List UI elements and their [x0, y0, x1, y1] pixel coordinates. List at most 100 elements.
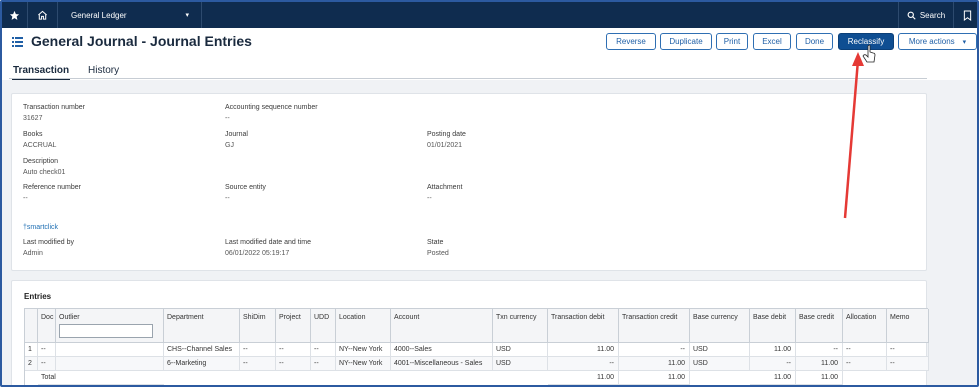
source-entity-value: --	[225, 195, 230, 202]
total-base-debit: 11.00	[750, 371, 796, 385]
transaction-number-value: 31627	[23, 115, 43, 122]
cell-allocation[interactable]: --	[843, 357, 887, 371]
col-shidim: ShiDim	[240, 309, 276, 343]
entries-panel: Entries Doc Outlier Department ShiDim Pr…	[11, 280, 929, 385]
state-label: State	[427, 239, 444, 246]
cell-memo[interactable]: --	[887, 343, 929, 357]
search-button[interactable]: Search	[898, 2, 954, 28]
more-actions-label: More actions	[908, 37, 955, 46]
col-base-currency: Base currency	[690, 309, 750, 343]
books-label: Books	[23, 131, 43, 138]
entries-grid: Doc Outlier Department ShiDim Project UD…	[24, 308, 929, 385]
cell-base-currency[interactable]: USD	[690, 357, 750, 371]
tab-history[interactable]: History	[88, 65, 119, 76]
cell-location[interactable]: NY--New York	[336, 357, 391, 371]
state-value: Posted	[427, 250, 449, 257]
cell-shidim[interactable]: --	[240, 357, 276, 371]
accounting-sequence-label: Accounting sequence number	[225, 104, 318, 111]
page-title: General Journal - Journal Entries	[31, 33, 252, 49]
cell-memo[interactable]: --	[887, 357, 929, 371]
tab-bar: Transaction History	[2, 58, 977, 80]
col-transaction-credit: Transaction credit	[619, 309, 690, 343]
source-entity-label: Source entity	[225, 184, 266, 191]
cell-department[interactable]: CHS--Channel Sales	[164, 343, 240, 357]
transaction-number-label: Transaction number	[23, 104, 85, 111]
col-account: Account	[391, 309, 493, 343]
cell-transaction-debit[interactable]: --	[548, 357, 619, 371]
attachment-value: --	[427, 195, 432, 202]
cell-base-credit[interactable]: --	[796, 343, 843, 357]
page-header: General Journal - Journal Entries Revers…	[2, 28, 977, 58]
col-department: Department	[164, 309, 240, 343]
more-actions-button[interactable]: More actions ▾	[898, 33, 977, 50]
cell-outlier[interactable]	[56, 343, 164, 357]
module-dropdown[interactable]: General Ledger ▾	[58, 2, 202, 28]
cell-shidim[interactable]: --	[240, 343, 276, 357]
module-label: General Ledger	[71, 10, 127, 20]
cell-base-currency[interactable]: USD	[690, 343, 750, 357]
cell-account[interactable]: 4000--Sales	[391, 343, 493, 357]
cell-transaction-debit[interactable]: 11.00	[548, 343, 619, 357]
cell-transaction-credit[interactable]: 11.00	[619, 357, 690, 371]
cell-location[interactable]: NY--New York	[336, 343, 391, 357]
row-number: 1	[25, 343, 38, 357]
posting-date-value: 01/01/2021	[427, 142, 463, 149]
smartclick-link[interactable]: †smartclick	[23, 224, 58, 231]
accounting-sequence-value: --	[225, 115, 230, 122]
total-transaction-debit: 11.00	[548, 371, 619, 385]
duplicate-button[interactable]: Duplicate	[660, 33, 712, 50]
reclassify-button[interactable]: Reclassify	[838, 33, 894, 50]
cell-outlier[interactable]	[56, 357, 164, 371]
total-transaction-credit: 11.00	[619, 371, 690, 385]
cell-doc[interactable]: --	[38, 343, 56, 357]
total-base-credit: 11.00	[796, 371, 843, 385]
row-number: 2	[25, 357, 38, 371]
top-navigation-bar: General Ledger ▾ Search	[2, 2, 977, 28]
cell-txn-currency[interactable]: USD	[493, 343, 548, 357]
col-project: Project	[276, 309, 311, 343]
cell-txn-currency[interactable]: USD	[493, 357, 548, 371]
cell-base-debit[interactable]: 11.00	[750, 343, 796, 357]
col-outlier-label: Outlier	[59, 314, 80, 321]
cell-udd[interactable]: --	[311, 343, 336, 357]
col-txn-currency: Txn currency	[493, 309, 548, 343]
cell-project[interactable]: --	[276, 343, 311, 357]
last-modified-datetime-value: 06/01/2022 05:19:17	[225, 250, 290, 257]
outlier-filter-input[interactable]	[59, 324, 153, 338]
done-button[interactable]: Done	[796, 33, 833, 50]
excel-button[interactable]: Excel	[753, 33, 791, 50]
entries-title: Entries	[24, 292, 52, 301]
star-icon	[9, 10, 20, 20]
chevron-down-icon: ▾	[962, 38, 967, 46]
favorites-button[interactable]	[2, 2, 28, 28]
cell-base-debit[interactable]: --	[750, 357, 796, 371]
last-modified-by-value: Admin	[23, 250, 43, 257]
cell-project[interactable]: --	[276, 357, 311, 371]
reference-number-value: --	[23, 195, 28, 202]
cell-base-credit[interactable]: 11.00	[796, 357, 843, 371]
chevron-down-icon: ▾	[185, 12, 189, 19]
attachment-label: Attachment	[427, 184, 463, 191]
list-menu-icon[interactable]	[12, 37, 23, 47]
journal-label: Journal	[225, 131, 248, 138]
col-outlier: Outlier	[56, 309, 164, 343]
cell-allocation[interactable]: --	[843, 343, 887, 357]
cell-doc[interactable]: --	[38, 357, 56, 371]
cell-udd[interactable]: --	[311, 357, 336, 371]
bookmark-button[interactable]	[954, 2, 977, 28]
print-button[interactable]: Print	[716, 33, 748, 50]
search-label: Search	[919, 10, 946, 20]
col-allocation: Allocation	[843, 309, 887, 343]
tab-transaction[interactable]: Transaction	[11, 65, 71, 80]
cell-account[interactable]: 4001--Miscellaneous - Sales	[391, 357, 493, 371]
journal-value: GJ	[225, 142, 234, 149]
home-button[interactable]	[28, 2, 58, 28]
home-icon	[38, 10, 47, 20]
cell-transaction-credit[interactable]: --	[619, 343, 690, 357]
reverse-button[interactable]: Reverse	[606, 33, 656, 50]
col-base-debit: Base debit	[750, 309, 796, 343]
last-modified-datetime-label: Last modified date and time	[225, 239, 311, 246]
posting-date-label: Posting date	[427, 131, 466, 138]
last-modified-by-label: Last modified by	[23, 239, 74, 246]
cell-department[interactable]: 6--Marketing	[164, 357, 240, 371]
